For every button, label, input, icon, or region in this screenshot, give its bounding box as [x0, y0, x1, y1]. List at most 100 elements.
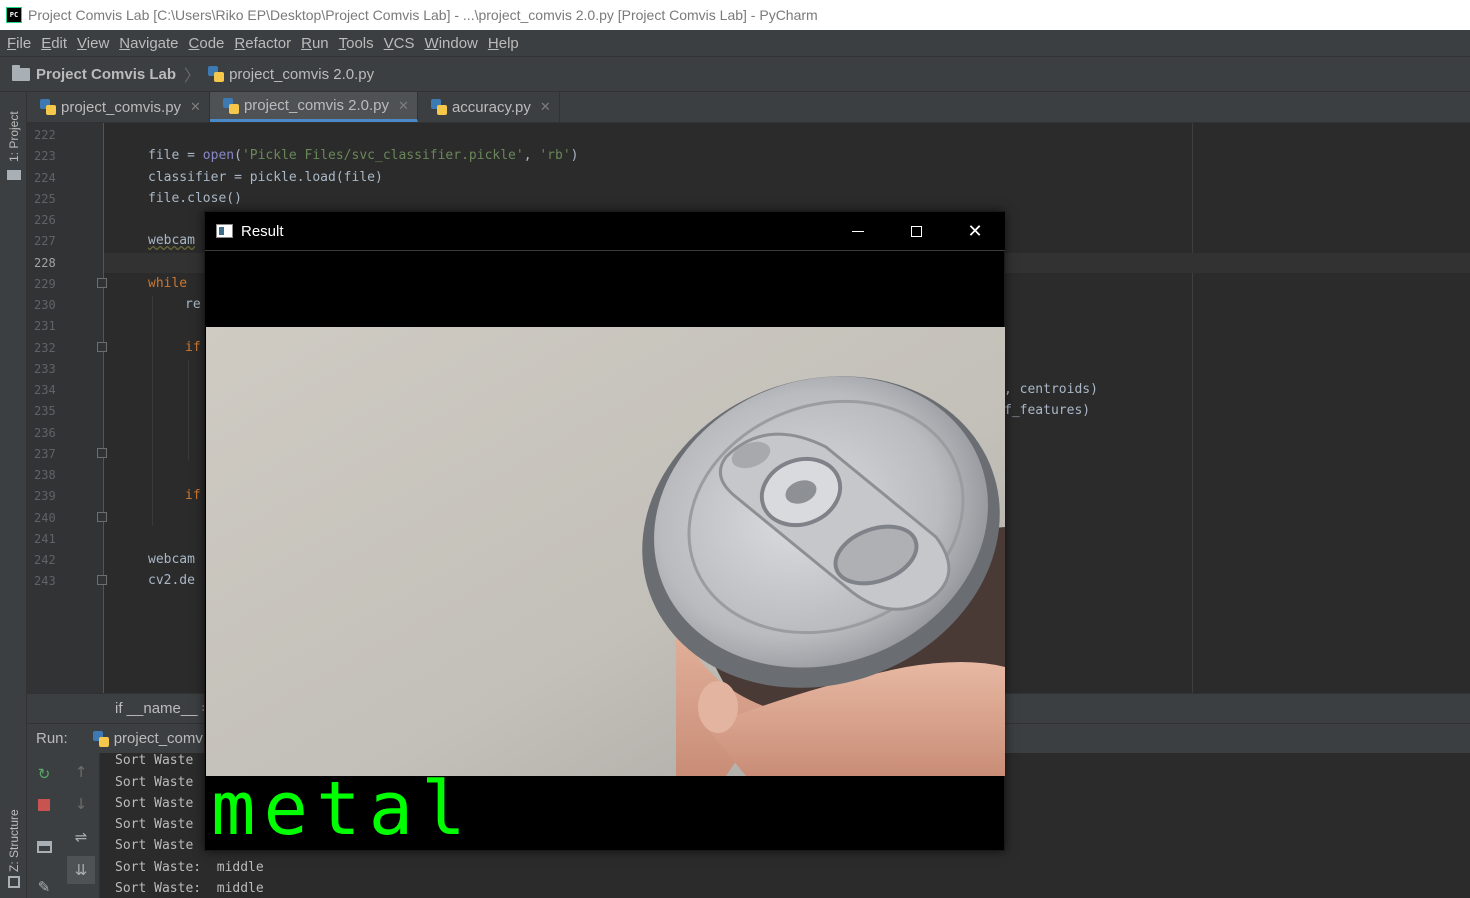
- tab-accuracy[interactable]: accuracy.py ✕: [418, 92, 560, 122]
- menu-file[interactable]: File: [2, 35, 36, 52]
- folder-icon: [12, 64, 30, 81]
- scroll-up-icon[interactable]: ↑: [70, 761, 92, 783]
- code-line-225: file.close(): [148, 191, 242, 206]
- window-app-icon: [216, 224, 233, 238]
- window-titlebar: PC Project Comvis Lab [C:\Users\Riko EP\…: [0, 0, 1470, 30]
- soft-wrap-icon[interactable]: ⇌: [70, 826, 92, 848]
- breadcrumb-project[interactable]: Project Comvis Lab: [36, 66, 176, 83]
- run-label: Run:: [36, 730, 68, 747]
- code-line-235: f_features): [1004, 403, 1091, 418]
- structure-icon: [8, 876, 20, 888]
- line-number: 236: [34, 426, 56, 440]
- line-number: 233: [34, 362, 56, 376]
- line-number: 242: [34, 553, 56, 567]
- console-line: Sort Waste: [115, 753, 194, 768]
- menu-run[interactable]: Run: [296, 35, 334, 52]
- line-number: 237: [34, 447, 56, 461]
- fold-marker-icon[interactable]: [97, 448, 107, 458]
- fold-marker-icon[interactable]: [97, 575, 107, 585]
- run-toolbar: ↻ ✎: [27, 753, 62, 898]
- console-line: Sort Waste: [115, 775, 194, 790]
- tab-project-comvis-2[interactable]: project_comvis 2.0.py ✕: [209, 92, 418, 122]
- line-number: 222: [34, 128, 56, 142]
- webcam-frame: [206, 327, 1005, 776]
- code-line-234: , centroids): [1004, 382, 1098, 397]
- console-line: Sort Waste: middle: [115, 881, 264, 896]
- menu-help[interactable]: Help: [483, 35, 524, 52]
- fold-marker-icon[interactable]: [97, 342, 107, 352]
- menu-refactor[interactable]: Refactor: [229, 35, 296, 52]
- pycharm-app-icon: PC: [6, 7, 22, 23]
- prediction-label: metal: [211, 766, 474, 852]
- code-line-239: if: [185, 488, 201, 503]
- python-file-icon: [208, 66, 225, 82]
- code-line-223: file = open('Pickle Files/svc_classifier…: [148, 148, 579, 163]
- line-number: 223: [34, 149, 56, 163]
- tab-label: project_comvis.py: [61, 98, 182, 116]
- code-line-230: re: [185, 297, 201, 312]
- code-line-243: cv2.de: [148, 573, 195, 588]
- scroll-down-icon[interactable]: ↓: [70, 793, 92, 815]
- project-tool-window-button[interactable]: 1: Project: [7, 111, 21, 162]
- code-line-229: while: [148, 276, 188, 291]
- menu-vcs[interactable]: VCS: [379, 35, 420, 52]
- result-window-titlebar[interactable]: Result ✕: [205, 212, 1005, 251]
- breadcrumb-file[interactable]: project_comvis 2.0.py: [229, 66, 374, 83]
- stop-icon[interactable]: [33, 794, 55, 816]
- close-icon[interactable]: ✕: [190, 99, 201, 115]
- line-number: 225: [34, 192, 56, 206]
- line-number: 241: [34, 532, 56, 546]
- line-number: 238: [34, 468, 56, 482]
- line-number: 231: [34, 319, 56, 333]
- structure-tool-window-button[interactable]: Z: Structure: [7, 809, 21, 872]
- run-config-tab[interactable]: project_comv: [92, 730, 203, 747]
- fold-marker-icon[interactable]: [97, 512, 107, 522]
- rerun-icon[interactable]: ↻: [33, 763, 55, 785]
- minimize-icon[interactable]: [829, 212, 887, 251]
- menu-code[interactable]: Code: [184, 35, 230, 52]
- tab-project-comvis[interactable]: project_comvis.py ✕: [27, 92, 210, 122]
- code-line-224: classifier = pickle.load(file): [148, 170, 383, 185]
- menu-edit[interactable]: Edit: [36, 35, 72, 52]
- line-number: 243: [34, 574, 56, 588]
- left-tool-stripe: 1: Project Z: Structure: [0, 92, 27, 898]
- close-icon[interactable]: ✕: [540, 99, 551, 115]
- result-window-title: Result: [241, 222, 284, 240]
- line-number: 224: [34, 171, 56, 185]
- code-line-232: if: [185, 340, 201, 355]
- close-icon[interactable]: ✕: [946, 212, 1004, 251]
- navigation-bar: Project Comvis Lab 〉 project_comvis 2.0.…: [0, 57, 1470, 92]
- breadcrumb-separator-icon: 〉: [184, 66, 201, 85]
- menu-bar: File Edit View Navigate Code Refactor Ru…: [0, 30, 1470, 57]
- run-toolbar-secondary: ↑ ↓ ⇌ ⇊: [62, 753, 100, 898]
- maximize-icon[interactable]: [887, 212, 945, 251]
- line-number: 229: [34, 277, 56, 291]
- result-window[interactable]: Result ✕ metal: [204, 211, 1005, 851]
- editor-tabs: project_comvis.py ✕ project_comvis 2.0.p…: [27, 92, 1470, 123]
- pin-icon[interactable]: ✎: [33, 876, 55, 898]
- line-number: 235: [34, 404, 56, 418]
- layout-icon[interactable]: [33, 836, 55, 858]
- line-number: 234: [34, 383, 56, 397]
- indent-guide: [188, 360, 189, 460]
- line-number: 226: [34, 213, 56, 227]
- python-run-icon: [92, 730, 109, 747]
- scroll-to-end-icon[interactable]: ⇊: [67, 856, 95, 884]
- line-number: 232: [34, 341, 56, 355]
- console-line: Sort Waste: middle: [115, 860, 264, 875]
- menu-tools[interactable]: Tools: [334, 35, 379, 52]
- close-icon[interactable]: ✕: [398, 98, 409, 114]
- menu-view[interactable]: View: [72, 35, 114, 52]
- menu-window[interactable]: Window: [420, 35, 483, 52]
- right-margin-guide: [1192, 123, 1193, 693]
- project-folder-icon: [7, 170, 21, 180]
- fold-marker-icon[interactable]: [97, 278, 107, 288]
- tab-label: project_comvis 2.0.py: [243, 97, 390, 114]
- python-file-icon: [40, 99, 56, 115]
- line-number-current: 228: [34, 256, 56, 270]
- python-file-icon: [430, 99, 447, 115]
- line-number: 227: [34, 234, 56, 248]
- indent-guide: [152, 296, 153, 526]
- menu-navigate[interactable]: Navigate: [114, 35, 183, 52]
- console-line: Sort Waste: [115, 838, 194, 853]
